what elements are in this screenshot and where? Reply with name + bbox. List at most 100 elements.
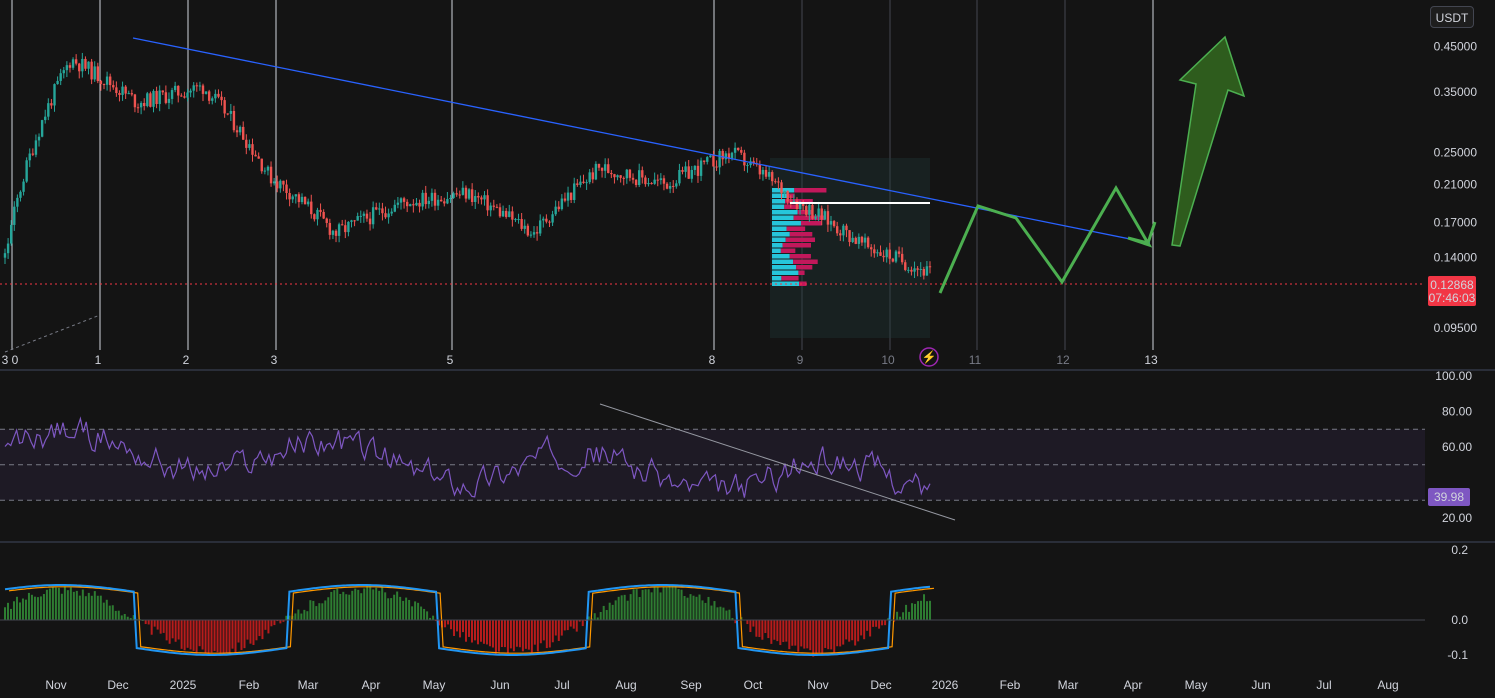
candle-body: [573, 183, 576, 200]
osc-bar: [396, 591, 399, 620]
volume-bar: [772, 188, 795, 193]
candle-body: [480, 197, 483, 200]
osc-bar: [390, 598, 393, 620]
osc-bar: [482, 620, 485, 644]
osc-bar: [812, 620, 815, 657]
osc-bar: [644, 589, 647, 620]
osc-bar: [803, 620, 806, 649]
osc-bar: [249, 620, 252, 644]
candle-body: [461, 187, 465, 195]
osc-bar: [851, 620, 854, 641]
osc-bar: [668, 585, 671, 620]
candle-body: [489, 205, 492, 211]
candle-body: [508, 211, 511, 217]
volume-bar: [793, 259, 818, 264]
osc-bar: [797, 620, 800, 652]
currency-button[interactable]: USDT: [1430, 6, 1474, 28]
volume-bar: [785, 237, 816, 242]
osc-bar: [878, 620, 881, 629]
candle-body: [736, 147, 740, 151]
candle-body: [99, 81, 103, 85]
osc-bar: [252, 620, 255, 645]
osc-bar: [414, 601, 417, 620]
osc-bar: [896, 611, 899, 620]
osc-bar: [638, 597, 641, 620]
osc-bar: [719, 606, 722, 620]
osc-bar: [785, 620, 788, 642]
time-label: Feb: [239, 678, 260, 692]
osc-bar: [842, 620, 845, 645]
candle-body: [467, 189, 471, 199]
volume-bar: [772, 226, 787, 231]
osc-bar: [333, 590, 336, 620]
candle-body: [925, 266, 929, 276]
osc-bar: [267, 620, 270, 634]
candle-body: [808, 204, 811, 215]
cycle-label: 10: [881, 353, 895, 367]
osc-bar: [93, 591, 96, 620]
volume-bar: [772, 232, 790, 237]
time-label: Feb: [1000, 678, 1021, 692]
osc-bar: [758, 620, 761, 638]
candle-body: [656, 179, 659, 181]
candle-body: [919, 268, 922, 270]
osc-bar: [518, 620, 521, 648]
candle-body: [511, 211, 514, 220]
osc-bar: [929, 600, 931, 620]
osc-bar: [599, 611, 602, 620]
osc-bar: [632, 589, 635, 620]
osc-bar: [180, 620, 183, 649]
osc-bar: [872, 620, 875, 627]
osc-bar: [204, 620, 207, 653]
osc-bar: [539, 620, 542, 644]
candle-body: [585, 182, 588, 184]
candle-body: [242, 126, 245, 140]
osc-bar: [800, 620, 803, 647]
osc-bar: [4, 607, 6, 620]
candle-body: [557, 206, 560, 210]
cycle-label: 13: [1144, 353, 1158, 367]
candle-body: [226, 113, 229, 115]
candle-body: [548, 221, 551, 223]
candle-body: [498, 207, 502, 217]
osc-bar: [533, 620, 536, 645]
candle-body: [71, 59, 75, 68]
osc-bar: [81, 589, 84, 620]
osc-bar: [54, 587, 57, 620]
candle-body: [910, 269, 913, 272]
volume-bar: [772, 215, 794, 220]
candle-body: [832, 221, 836, 227]
osc-bar: [105, 599, 108, 620]
candle-body: [192, 85, 195, 91]
candle-body: [839, 233, 842, 236]
osc-bar: [542, 620, 545, 641]
candle-body: [90, 61, 93, 80]
candle-body: [198, 85, 202, 87]
osc-bar: [201, 620, 204, 650]
candle-body: [888, 249, 891, 259]
osc-bar: [686, 597, 689, 620]
osc-bar: [698, 594, 701, 620]
candle-body: [758, 164, 762, 175]
time-label: Nov: [45, 678, 66, 692]
osc-bar: [623, 594, 626, 620]
candle-body: [248, 144, 251, 148]
candle-body: [675, 183, 678, 187]
osc-bar: [674, 584, 677, 620]
candle-body: [879, 252, 882, 256]
candle-body: [430, 192, 434, 201]
candle-body: [378, 208, 381, 210]
osc-bar: [818, 620, 821, 653]
chart-canvas[interactable]: ⚡ 0.45000 0.35000 0.25000 0.21000 0.17000 0.1…: [0, 0, 1495, 698]
candle-body: [907, 269, 910, 271]
osc-bar: [219, 620, 222, 656]
candle-body: [823, 211, 827, 220]
osc-bar: [866, 620, 869, 631]
candle-body: [158, 90, 161, 105]
candle-body: [183, 96, 186, 98]
osc-bar: [476, 620, 479, 645]
candle-body: [687, 166, 690, 179]
osc-bar: [611, 604, 614, 620]
candle-body: [16, 197, 19, 207]
osc-bar: [557, 620, 560, 641]
